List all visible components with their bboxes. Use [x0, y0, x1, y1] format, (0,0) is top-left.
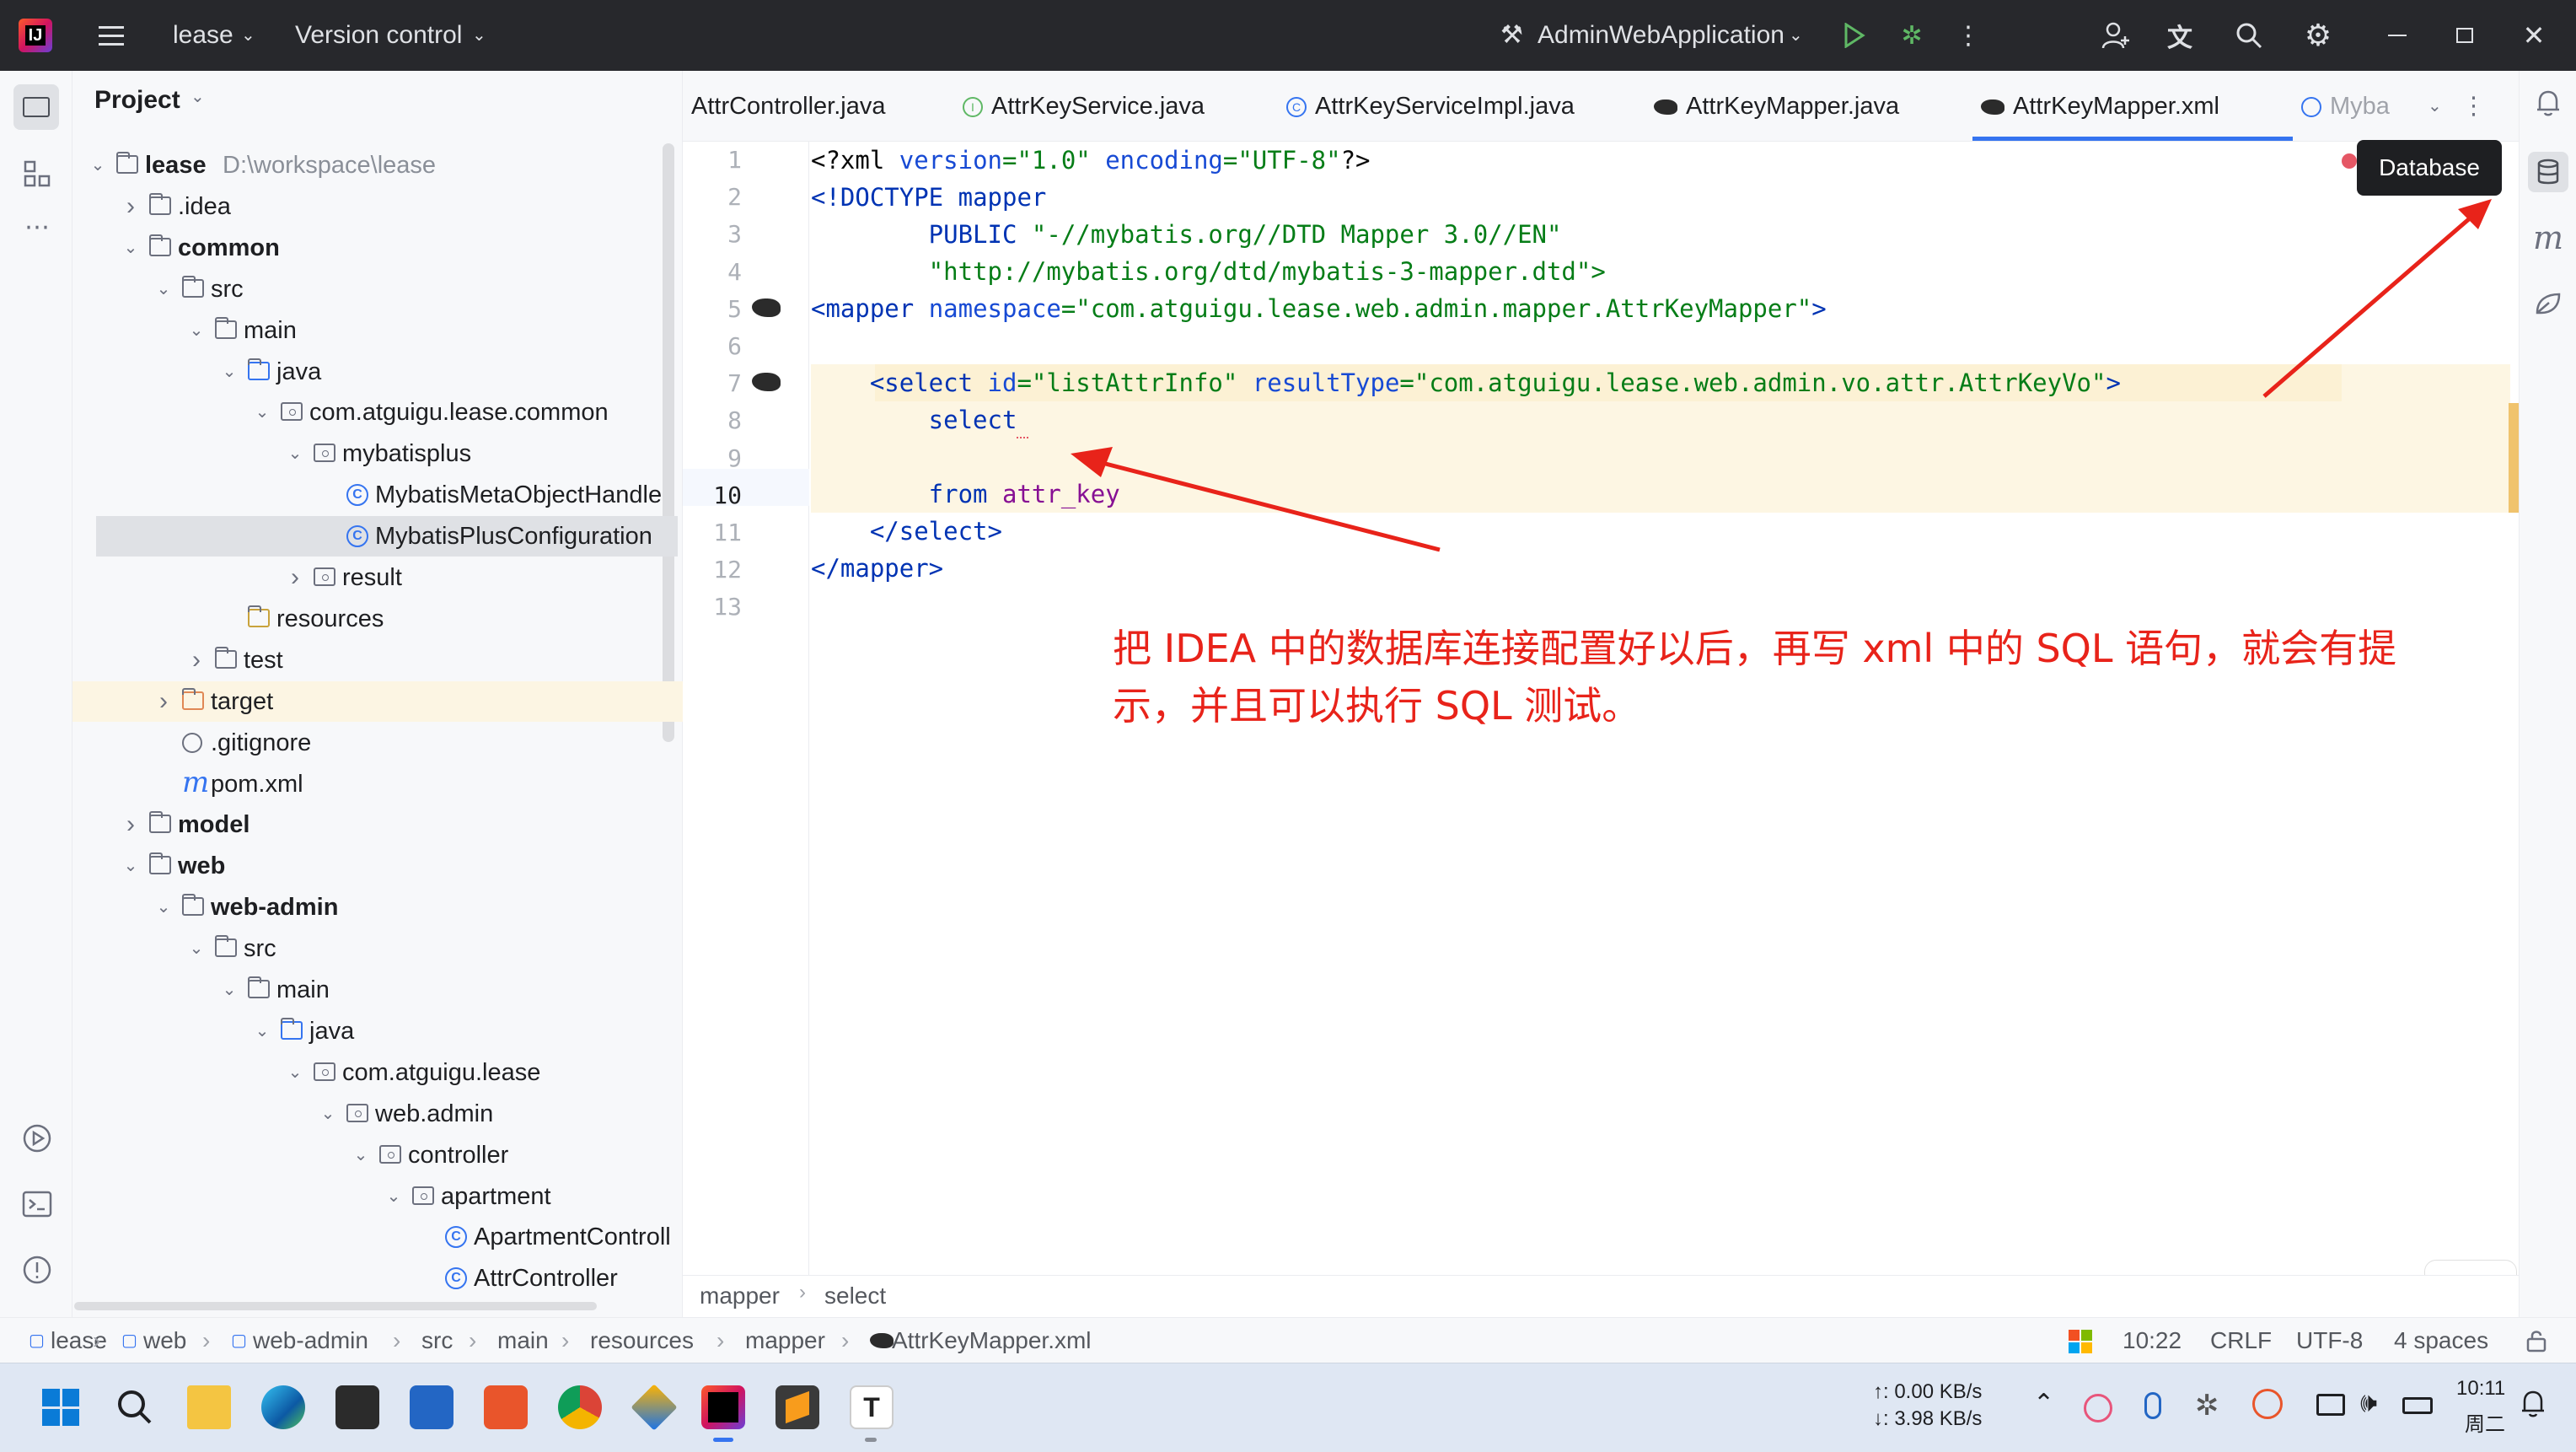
- open-app-indicator: [865, 1438, 877, 1442]
- store-icon[interactable]: [410, 1385, 453, 1429]
- database-icon[interactable]: [2528, 152, 2568, 192]
- nav-path-item[interactable]: web-admin: [253, 1318, 368, 1363]
- nav-path-item[interactable]: src: [421, 1318, 453, 1363]
- tray-app-icon[interactable]: [2084, 1394, 2112, 1422]
- caret-position[interactable]: 10:22: [2123, 1318, 2182, 1363]
- net-download-speed: ↓: 3.98 KB/s: [1873, 1407, 1983, 1430]
- file-encoding[interactable]: UTF-8: [2296, 1318, 2363, 1363]
- clock-time[interactable]: 10:11: [2456, 1377, 2505, 1401]
- search-icon[interactable]: [113, 1385, 157, 1429]
- line-separator[interactable]: CRLF: [2210, 1318, 2272, 1363]
- lock-icon[interactable]: [2522, 1326, 2551, 1355]
- tray-expand-icon[interactable]: ⌃: [2033, 1389, 2054, 1418]
- typora-icon[interactable]: T: [850, 1385, 894, 1429]
- annotation-arrows: [1071, 199, 2492, 552]
- crumb-select[interactable]: select: [824, 1283, 886, 1309]
- chevron-right-icon: ›: [93, 1327, 101, 1353]
- microphone-icon[interactable]: [2144, 1392, 2161, 1419]
- navigation-path: ▢ lease › ▢ web › ▢ web-admin › src › main › resource…: [0, 1318, 1264, 1363]
- nav-path-item[interactable]: main: [497, 1318, 549, 1363]
- nav-path-item[interactable]: resources: [590, 1318, 694, 1363]
- nav-path-item[interactable]: AttrKeyMapper.xml: [892, 1318, 1092, 1363]
- status-bar: ▢ lease › ▢ web › ▢ web-admin › src › main › resource…: [0, 1317, 2576, 1363]
- tooltip-text: Database: [2379, 154, 2480, 180]
- edge-browser-icon[interactable]: [261, 1385, 305, 1429]
- tray-settings-icon[interactable]: ✲: [2195, 1389, 2219, 1422]
- arrow-to-code: [1071, 447, 1441, 552]
- battery-icon[interactable]: [2402, 1397, 2433, 1414]
- plugin-leaf-icon[interactable]: [2530, 285, 2567, 322]
- module-icon: ▢: [121, 1331, 137, 1350]
- nav-path-item[interactable]: web: [143, 1318, 186, 1363]
- sublime-text-icon[interactable]: [775, 1385, 819, 1429]
- module-icon: ▢: [231, 1331, 247, 1350]
- module-icon: ▢: [29, 1331, 45, 1350]
- database-tooltip: Database: [2357, 140, 2502, 196]
- chevron-right-icon: ›: [202, 1327, 211, 1353]
- windows-start-icon[interactable]: [39, 1385, 83, 1429]
- tray-s-icon[interactable]: [2252, 1389, 2283, 1419]
- active-app-indicator: [713, 1438, 733, 1442]
- office-icon[interactable]: [484, 1385, 528, 1429]
- chevron-right-icon: ›: [393, 1327, 401, 1353]
- notifications-bell-icon[interactable]: [2530, 84, 2567, 121]
- vpn-app-icon[interactable]: [631, 1384, 678, 1431]
- clock-weekday[interactable]: 周二: [2465, 1407, 2505, 1437]
- windows-colors-icon[interactable]: [2069, 1330, 2092, 1353]
- terminal-app-icon[interactable]: [335, 1385, 379, 1429]
- editor-breadcrumb: mapper › select: [683, 1275, 2519, 1319]
- intellij-taskbar-icon[interactable]: [701, 1385, 745, 1429]
- chevron-right-icon: ›: [841, 1327, 850, 1353]
- volume-icon[interactable]: 🕪: [2360, 1387, 2377, 1419]
- file-explorer-icon[interactable]: [187, 1385, 231, 1429]
- maven-icon[interactable]: m: [2530, 219, 2567, 256]
- chevron-right-icon: ›: [799, 1281, 806, 1304]
- net-upload-speed: ↑: 0.00 KB/s: [1873, 1380, 1983, 1403]
- chevron-right-icon: ›: [561, 1327, 570, 1353]
- display-icon[interactable]: [2316, 1394, 2345, 1416]
- indent-setting[interactable]: 4 spaces: [2394, 1318, 2488, 1363]
- notification-bell-icon[interactable]: [2519, 1389, 2547, 1423]
- chevron-right-icon: ›: [716, 1327, 725, 1353]
- crumb-mapper[interactable]: mapper: [700, 1283, 780, 1309]
- right-tool-strip: m: [2519, 71, 2576, 1317]
- chevron-right-icon: ›: [469, 1327, 477, 1353]
- chrome-icon[interactable]: [558, 1385, 602, 1429]
- nav-path-item[interactable]: mapper: [745, 1318, 825, 1363]
- arrow-to-database: [2262, 199, 2492, 398]
- windows-taskbar: T ↑: 0.00 KB/s ↓: 3.98 KB/s ⌃ ✲ 🕪 10:11 …: [0, 1363, 2576, 1452]
- mybatis-bird-icon: [870, 1333, 894, 1348]
